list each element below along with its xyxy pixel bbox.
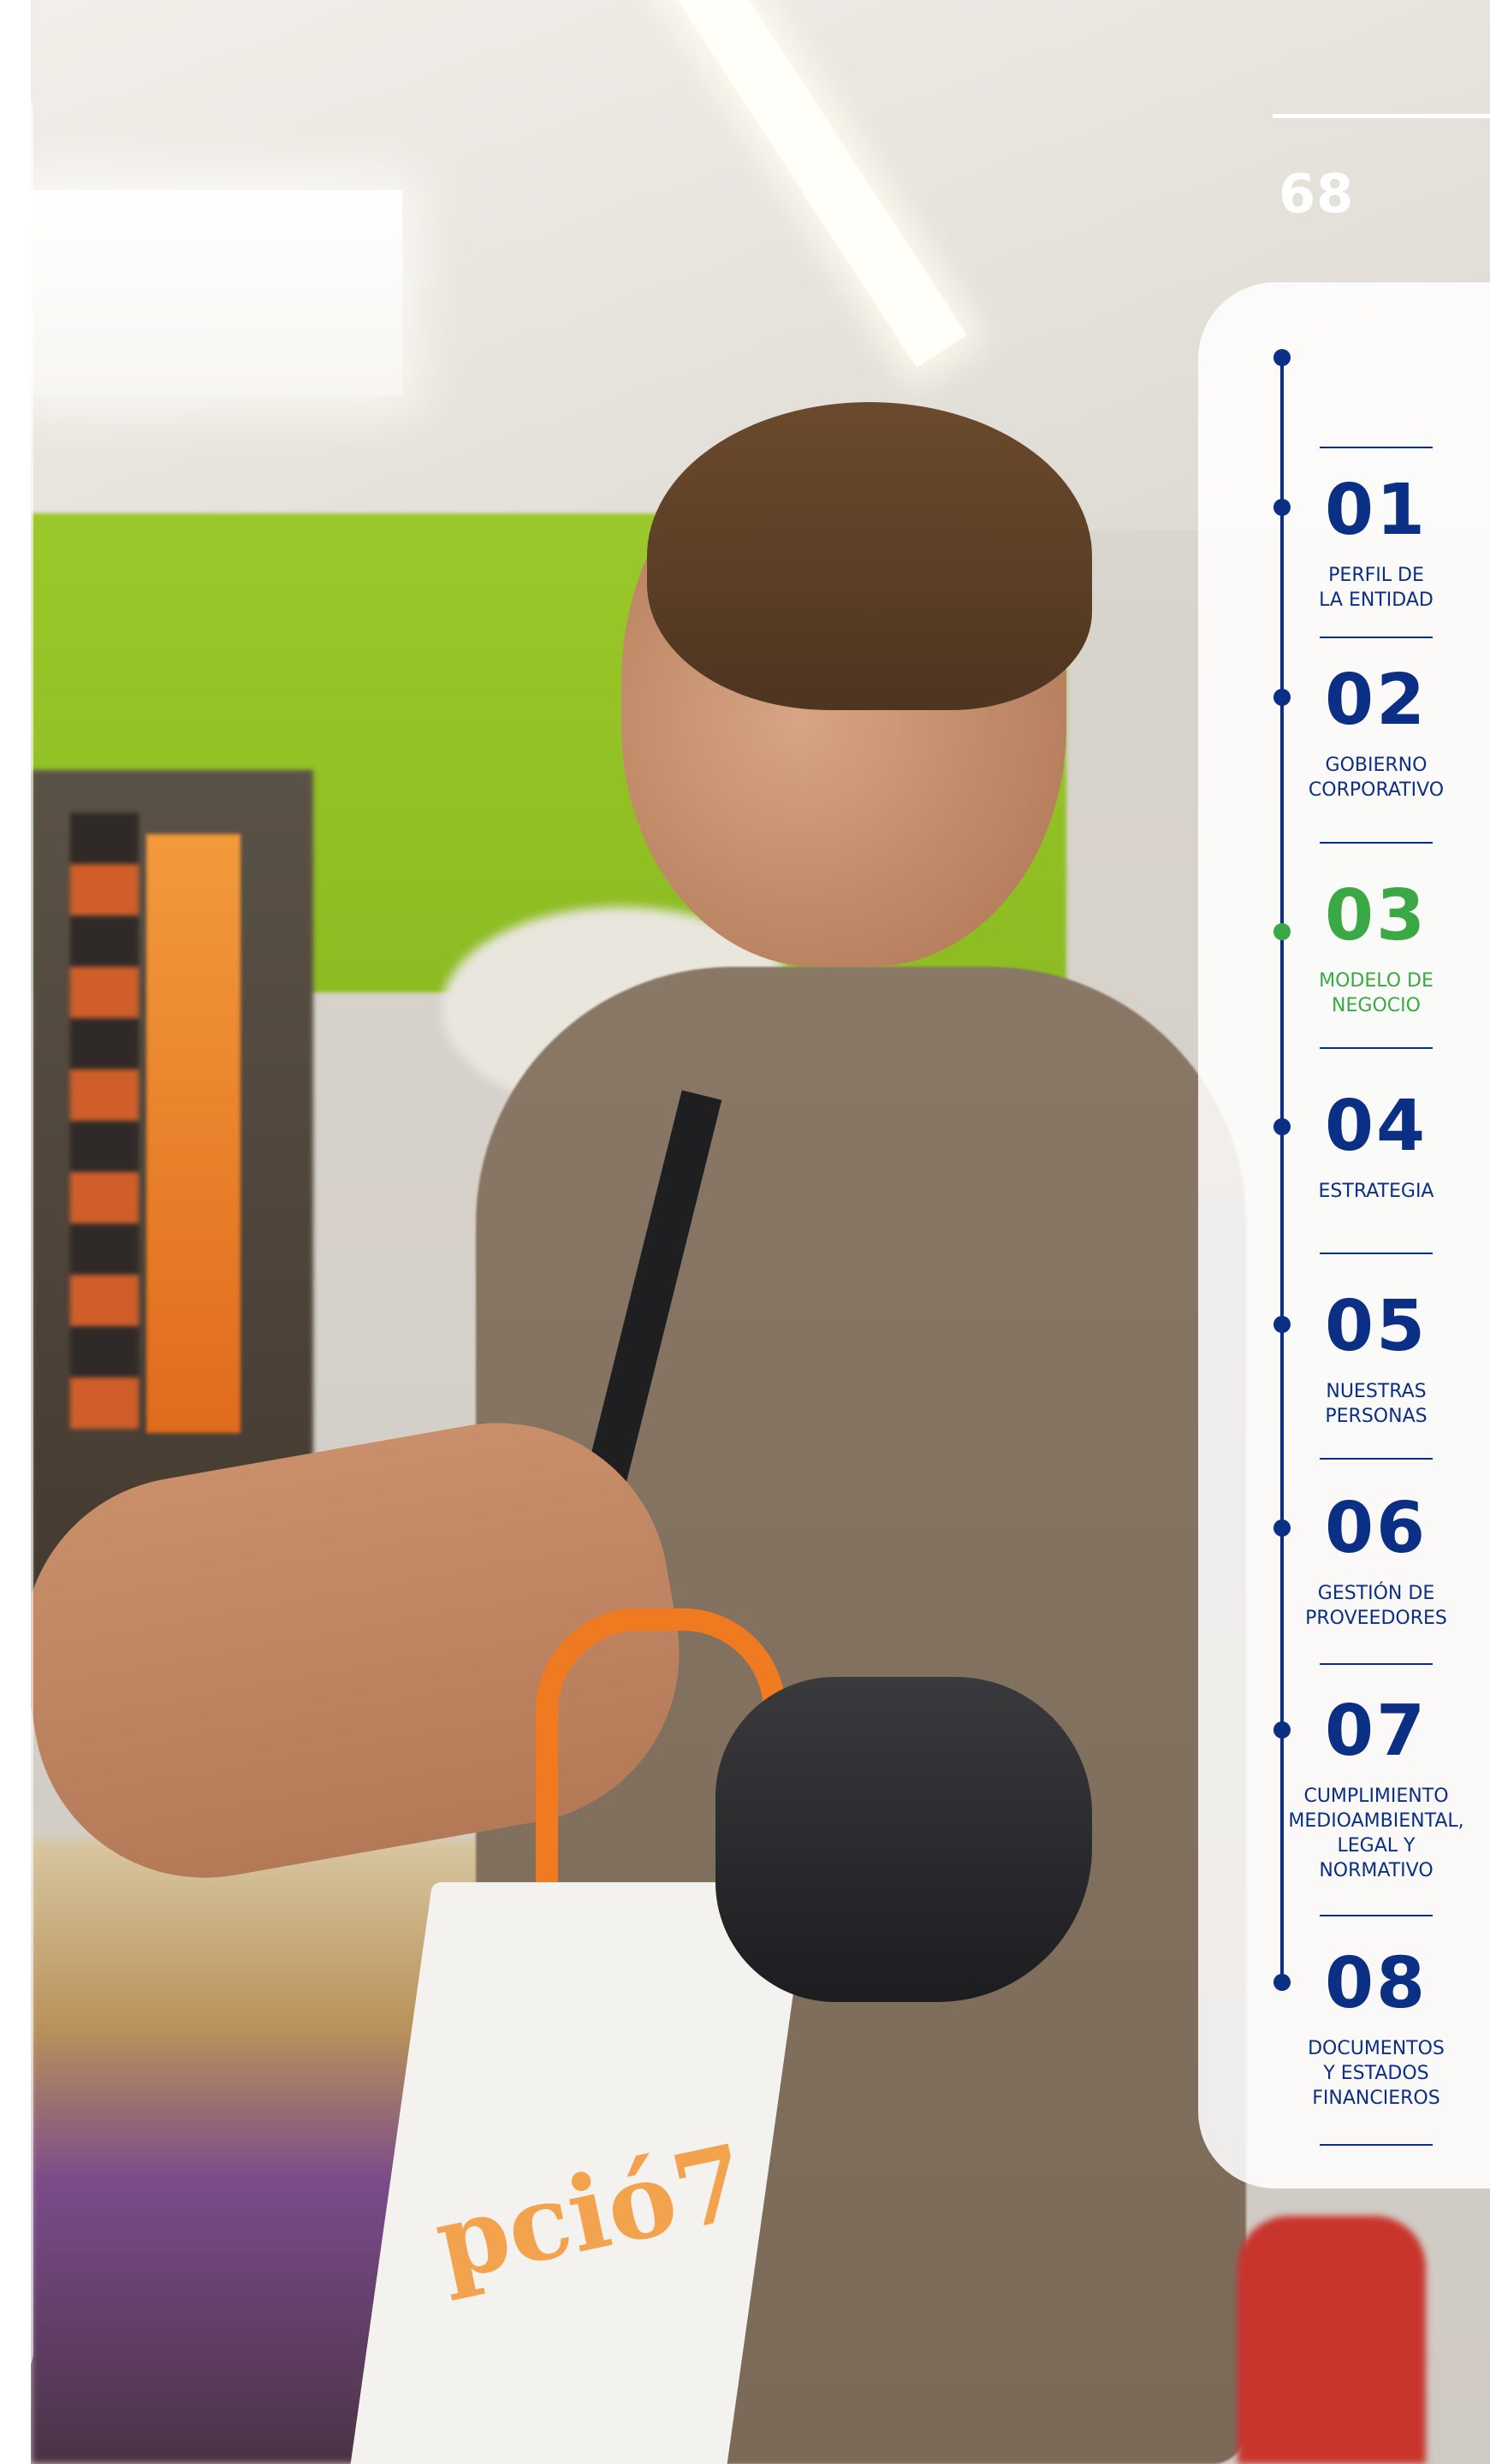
nav-separator [1320,637,1433,638]
nav-item-gobierno-corporativo[interactable]: 02 GOBIERNO CORPORATIVO [1275,666,1477,803]
nav-separator [1320,1663,1433,1665]
nav-separator [1320,842,1433,844]
nav-separator [1320,2144,1433,2146]
nav-item-label: GOBIERNO CORPORATIVO [1308,755,1445,801]
nav-separator [1320,447,1433,448]
nav-item-number: 03 [1324,875,1428,957]
nav-item-documentos-y-estados-financieros[interactable]: 08 DOCUMENTOS Y ESTADOS FINANCIEROS [1275,1949,1477,2111]
nav-item-label: DOCUMENTOS Y ESTADOS FINANCIEROS [1308,2038,1445,2109]
nav-item-number: 05 [1324,1286,1428,1367]
promo-poster [146,834,240,1433]
background-red-jacket [1238,2216,1426,2464]
fanny-pack [715,1677,1092,2002]
page-number-rule [1273,114,1490,118]
nav-separator [1320,1915,1433,1916]
nav-separator [1320,1458,1433,1460]
nav-item-label: MODELO DE NEGOCIO [1319,970,1434,1016]
nav-separator [1320,1253,1433,1254]
ceiling-light-panel [31,190,402,395]
nav-item-label: ESTRATEGIA [1318,1181,1434,1202]
nav-separator [1320,1047,1433,1049]
nav-item-number: 08 [1324,1943,1428,2024]
nav-item-nuestras-personas[interactable]: 05 NUESTRAS PERSONAS [1275,1292,1477,1429]
nav-item-number: 07 [1324,1691,1428,1772]
nav-item-cumplimiento[interactable]: 07 CUMPLIMIENTO MEDIOAMBIENTAL, LEGAL Y … [1275,1697,1477,1883]
nav-item-label: GESTIÓN DE PROVEEDORES [1305,1583,1447,1629]
nav-item-label: CUMPLIMIENTO MEDIOAMBIENTAL, LEGAL Y NOR… [1288,1786,1464,1881]
left-frame-curve [0,81,31,2383]
nav-item-number: 04 [1324,1086,1428,1167]
page-number: 68 [1279,163,1355,225]
nav-item-number: 02 [1324,660,1428,741]
nav-item-estrategia[interactable]: 04 ESTRATEGIA [1275,1092,1477,1204]
nav-item-number: 01 [1324,470,1428,551]
nav-item-label: PERFIL DE LA ENTIDAD [1319,565,1434,611]
person-hair [647,402,1092,710]
nav-item-label: NUESTRAS PERSONAS [1325,1381,1428,1427]
nav-item-gestion-de-proveedores[interactable]: 06 GESTIÓN DE PROVEEDORES [1275,1494,1477,1631]
nav-item-perfil-de-la-entidad[interactable]: 01 PERFIL DE LA ENTIDAD [1275,476,1477,613]
nav-timeline-start-dot [1273,349,1291,366]
menu-poster [70,813,139,1429]
nav-item-number: 06 [1324,1488,1428,1569]
nav-item-modelo-de-negocio[interactable]: 03 MODELO DE NEGOCIO [1275,881,1477,1018]
